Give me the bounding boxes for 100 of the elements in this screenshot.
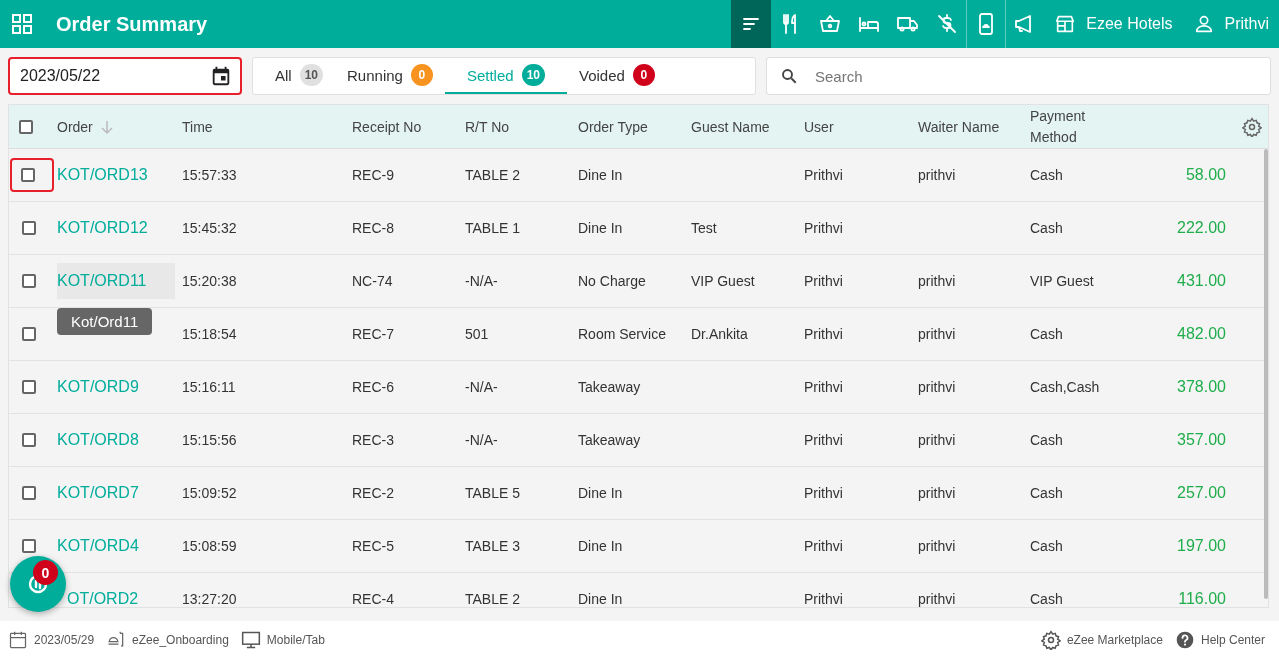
outlet-name: eZee_Onboarding	[132, 632, 229, 647]
select-all-checkbox[interactable]	[19, 119, 33, 134]
status-tab[interactable]: Running 0	[335, 58, 445, 94]
column-header: R/T No	[465, 118, 511, 135]
column-header[interactable]: Order	[57, 118, 182, 135]
amount-cell: 58.00	[1185, 166, 1226, 184]
table-cell-text: prithvi	[918, 326, 957, 342]
table-cell-text: Prithvi	[804, 220, 844, 236]
settings-icon[interactable]	[1242, 116, 1262, 137]
status-tab[interactable]: Settled 10	[444, 58, 567, 94]
status-tab[interactable]: Voided 0	[567, 58, 667, 94]
amount-cell: 116.00	[1178, 590, 1226, 607]
table-cell-text: 15:18:54	[182, 326, 238, 342]
order-link[interactable]: KOT/ORD4	[57, 528, 139, 564]
settings-icon	[1040, 629, 1061, 650]
table-cell-text: VIP Guest	[691, 273, 756, 289]
order-link[interactable]: KOT/ORD12	[57, 210, 148, 246]
table-cell-text: prithvi	[918, 379, 957, 395]
table-cell-text: prithvi	[918, 273, 957, 289]
table-cell-text: REC-5	[352, 538, 395, 554]
table-cell-text: Dine In	[578, 538, 624, 554]
row-checkbox[interactable]	[21, 168, 35, 182]
row-checkbox[interactable]	[22, 539, 36, 553]
row-checkbox[interactable]	[22, 327, 36, 341]
order-link[interactable]: KOT/ORD11	[57, 263, 175, 299]
table-cell-text: REC-9	[352, 167, 395, 183]
table-cell-text: Prithvi	[804, 591, 844, 607]
table-cell-text: prithvi	[918, 485, 957, 501]
help-icon	[1174, 629, 1195, 650]
table-cell-text: TABLE 2	[465, 167, 521, 183]
order-link[interactable]: KOT/ORD7	[57, 475, 139, 511]
scrollbar[interactable]	[1264, 149, 1268, 599]
table-cell-text: Takeaway	[578, 432, 642, 448]
table-cell-text: Prithvi	[804, 379, 844, 395]
count-badge: 10	[299, 64, 324, 86]
amount-cell: 222.00	[1177, 219, 1226, 237]
table-cell-text: prithvi	[918, 538, 957, 554]
tooltip: Kot/Ord11	[57, 308, 153, 335]
table-cell-text: Room Service	[578, 326, 667, 342]
search-field[interactable]: Search	[766, 57, 1271, 95]
table-cell-text: REC-3	[352, 432, 395, 448]
order-link[interactable]: KOT/ORD13	[57, 157, 148, 193]
column-header: Receipt No	[352, 118, 423, 135]
row-checkbox[interactable]	[22, 486, 36, 500]
table-cell-text: Cash,Cash	[1030, 379, 1101, 395]
table-cell-text: Dr.Ankita	[691, 326, 749, 342]
table-cell-text: Cash	[1030, 167, 1064, 183]
table-cell-text: Prithvi	[804, 485, 844, 501]
apps-grid-icon[interactable]	[11, 13, 33, 35]
column-header: User	[804, 118, 835, 135]
table-cell-text: REC-6	[352, 379, 395, 395]
amount-cell: 482.00	[1177, 325, 1226, 343]
table-cell-text: REC-7	[352, 326, 395, 342]
row-checkbox[interactable]	[22, 274, 36, 288]
row-checkbox[interactable]	[22, 221, 36, 235]
order-link[interactable]: KOT/ORD8	[57, 422, 139, 458]
table-cell-text: REC-2	[352, 485, 395, 501]
order-link[interactable]: KOT/ORD9	[57, 369, 139, 405]
table-cell-text: Prithvi	[804, 326, 844, 342]
table-cell-text: -N/A-	[465, 432, 499, 448]
table-cell-text: 15:20:38	[182, 273, 238, 289]
column-header: Guest Name	[691, 118, 771, 135]
table-cell-text: 15:09:52	[182, 485, 238, 501]
amount-cell: 357.00	[1177, 431, 1226, 449]
date-field[interactable]: 2023/05/22	[8, 57, 242, 95]
help-link[interactable]: Help Center	[1200, 632, 1265, 647]
search-icon	[780, 67, 798, 85]
table-cell-text: Prithvi	[804, 167, 844, 183]
footer-date: 2023/05/29	[34, 632, 95, 647]
table-cell-text: Dine In	[578, 220, 624, 236]
table-cell-text: 15:16:11	[182, 379, 237, 395]
user-button[interactable]: Prithvi	[1182, 0, 1279, 48]
table-cell-text: Dine In	[578, 167, 624, 183]
table-cell-text: REC-4	[352, 591, 395, 607]
order-link[interactable]: OT/ORD2	[67, 581, 139, 607]
property-button[interactable]: Ezee Hotels	[1044, 0, 1183, 48]
marketplace-link[interactable]: eZee Marketplace	[1066, 632, 1163, 647]
table-cell-text: 15:08:59	[182, 538, 238, 554]
calendar-icon[interactable]	[210, 65, 232, 87]
table-cell-text: Prithvi	[804, 432, 844, 448]
table-cell-text: prithvi	[918, 167, 957, 183]
table-cell-text: Cash	[1030, 432, 1064, 448]
table-cell-text: TABLE 3	[465, 538, 521, 554]
amount-cell: 378.00	[1177, 378, 1226, 396]
table-cell-text: prithvi	[918, 591, 957, 607]
table-cell-text: -N/A-	[465, 379, 499, 395]
table-cell-text: Prithvi	[804, 273, 844, 289]
row-checkbox[interactable]	[22, 380, 36, 394]
sort-button[interactable]	[731, 0, 772, 48]
status-tab[interactable]: All 10	[263, 58, 336, 94]
table-cell-text: TABLE 1	[465, 220, 521, 236]
table-cell-text: Dine In	[578, 591, 624, 607]
table-cell-text: No Charge	[578, 273, 647, 289]
table-cell-text: Cash	[1030, 220, 1064, 236]
table-cell-text: REC-8	[352, 220, 395, 236]
table-cell-text: Cash	[1030, 485, 1064, 501]
page-title: Order Summary	[56, 12, 209, 36]
row-checkbox[interactable]	[22, 433, 36, 447]
calendar-icon	[8, 629, 28, 650]
device-label: Mobile/Tab	[266, 632, 325, 647]
